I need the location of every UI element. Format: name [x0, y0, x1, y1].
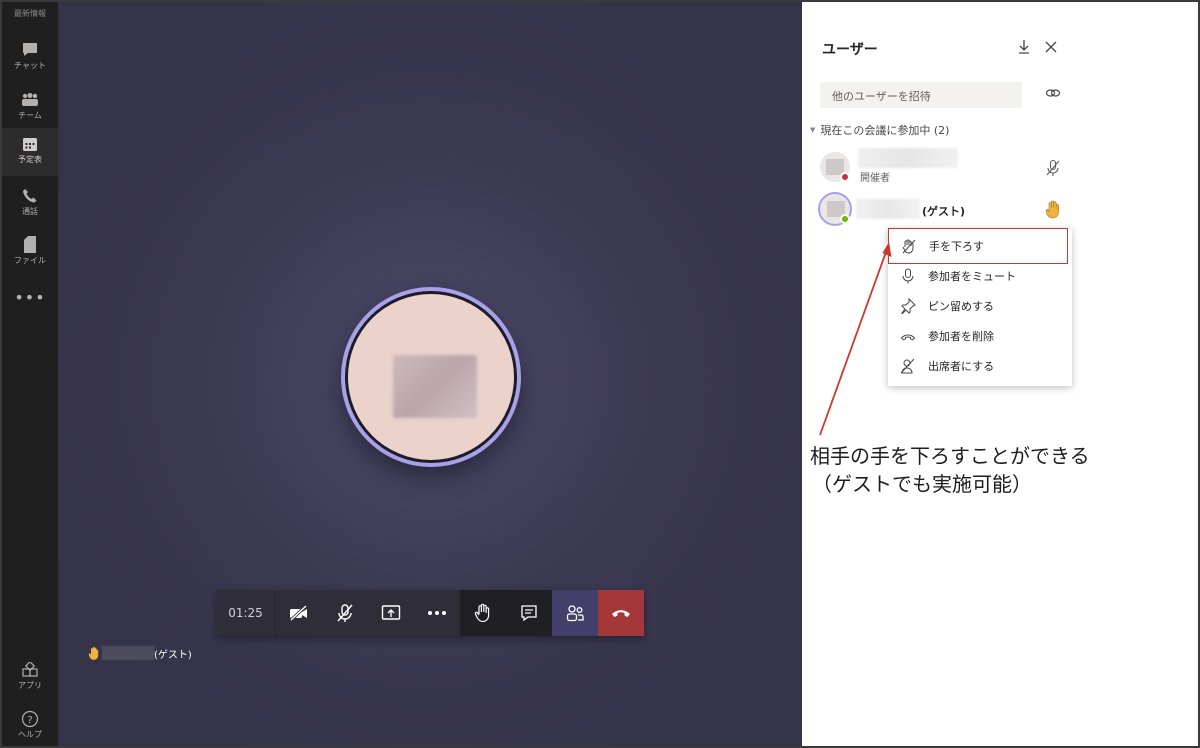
rail-more-button[interactable]: •••: [2, 288, 58, 307]
calendar-icon: [23, 138, 37, 151]
participants-panel: ユーザー 他のユーザーを招待 ▼ 現在この会議に参加中 (2) 開催者 (ゲスト…: [802, 2, 1198, 746]
chat-icon: [521, 605, 537, 622]
annotation-arrow: [819, 242, 892, 436]
rail-item-files[interactable]: ファイル: [2, 228, 58, 274]
chat-toggle-button[interactable]: [506, 590, 552, 636]
file-icon: [24, 236, 36, 253]
raise-hand-icon: [474, 603, 490, 623]
rail-item-calendar[interactable]: 予定表: [2, 128, 58, 176]
rail-item-apps[interactable]: アプリ: [2, 662, 58, 691]
help-icon: ?: [21, 710, 39, 728]
rail-item-label: アプリ: [18, 681, 42, 690]
raise-hand-button[interactable]: [460, 590, 506, 636]
meeting-stage: 01:25 (ゲスト): [58, 2, 802, 746]
call-toolbar: 01:25: [216, 590, 644, 636]
more-actions-button[interactable]: [414, 590, 460, 636]
annotation-text: 相手の手を下ろすことができる （ゲストでも実施可能）: [810, 442, 1090, 498]
apps-icon: [22, 662, 38, 677]
raised-hand-icon: [88, 646, 99, 660]
phone-icon: [23, 189, 37, 203]
mic-toggle-button[interactable]: [322, 590, 368, 636]
app-rail: 最新情報 チャット チーム 予定表 通話 ファイル ••• アプリ ? ヘルプ: [2, 2, 58, 746]
call-timer: 01:25: [216, 590, 276, 636]
blurred-name: [102, 646, 154, 660]
rail-item-label: 予定表: [18, 155, 42, 164]
camera-toggle-button[interactable]: [276, 590, 322, 636]
svg-text:?: ?: [27, 715, 32, 726]
rail-item-label: 通話: [22, 207, 38, 216]
hang-up-icon: [612, 610, 630, 617]
rail-item-teams[interactable]: チーム: [2, 84, 58, 130]
participants-toggle-button[interactable]: [552, 590, 598, 636]
rail-item-label: チャット: [14, 61, 46, 70]
participant-avatar: [341, 287, 521, 467]
annotation-line-2: （ゲストでも実施可能）: [812, 472, 1032, 496]
rail-item-calls[interactable]: 通話: [2, 180, 58, 226]
camera-off-icon: [289, 604, 308, 622]
rail-item-help[interactable]: ? ヘルプ: [2, 710, 58, 740]
mic-off-icon: [337, 604, 353, 622]
share-screen-icon: [381, 605, 401, 620]
annotation-line-1: 相手の手を下ろすことができる: [810, 444, 1090, 468]
blurred-avatar-image: [393, 355, 477, 418]
share-screen-button[interactable]: [368, 590, 414, 636]
rail-item-label: ヘルプ: [18, 730, 42, 739]
rail-item-label: チーム: [18, 111, 42, 120]
participants-icon: [566, 605, 584, 622]
guest-label: (ゲスト): [154, 649, 192, 661]
rail-item-label: ファイル: [14, 256, 46, 265]
teams-meeting-window: 最新情報 チャット チーム 予定表 通話 ファイル ••• アプリ ? ヘルプ …: [0, 0, 1200, 748]
participant-name-tag: (ゲスト): [88, 644, 192, 662]
more-icon: [428, 611, 446, 615]
rail-item-chat[interactable]: チャット: [2, 34, 58, 80]
teams-icon: [22, 93, 38, 106]
rail-activity-label[interactable]: 最新情報: [2, 8, 58, 19]
chat-icon: [23, 43, 37, 56]
hang-up-button[interactable]: [598, 590, 644, 636]
